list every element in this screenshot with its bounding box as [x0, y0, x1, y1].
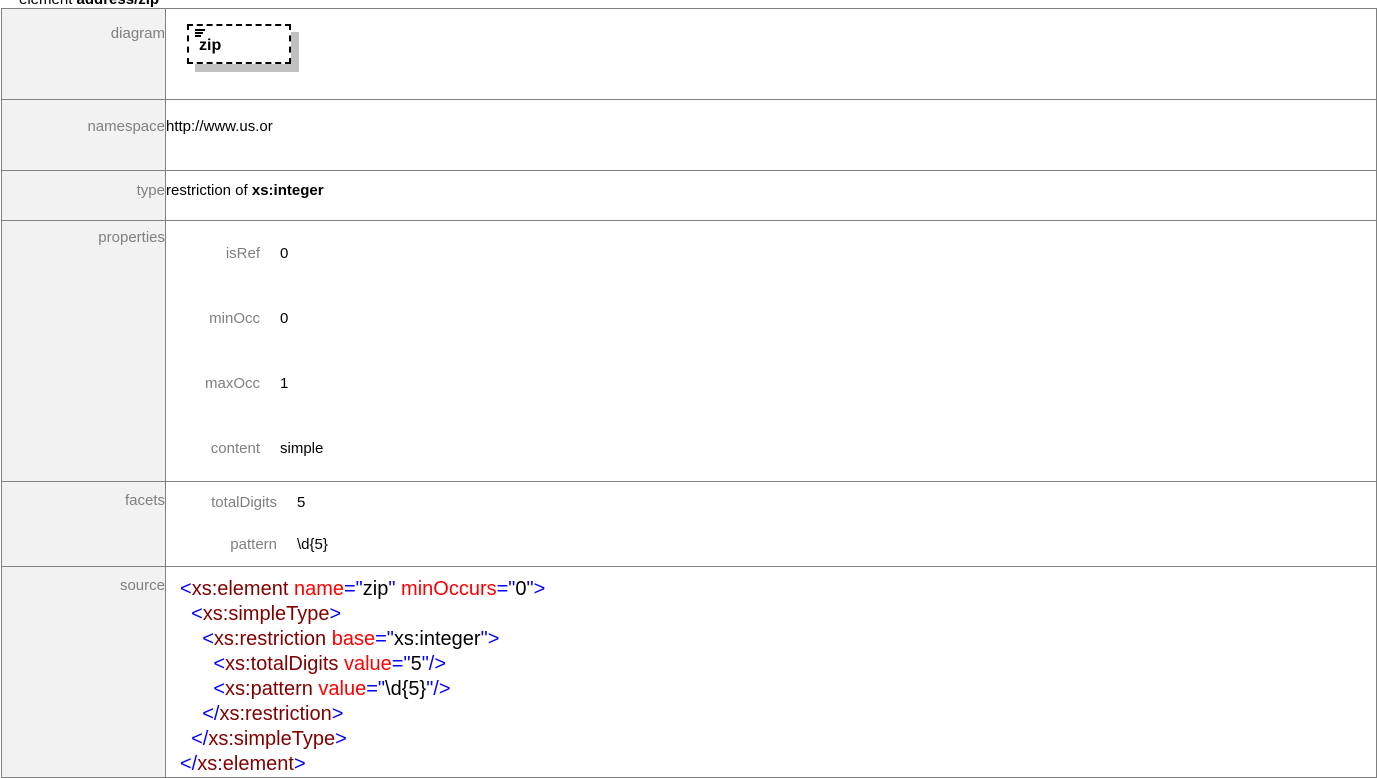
facet-row: totalDigits 5	[166, 482, 328, 524]
source-line: <xs:totalDigits value="5"/>	[180, 653, 447, 675]
source-label: source	[1, 566, 166, 778]
type-label: type	[1, 170, 166, 221]
type-base-link[interactable]: xs:integer	[252, 182, 324, 199]
property-value: 1	[280, 374, 289, 392]
property-row: content simple	[166, 416, 324, 481]
properties-cell: isRef 0 minOcc 0 maxOcc 1 content simple	[165, 220, 1377, 482]
property-value: 0	[280, 309, 289, 327]
row-type: type restriction of xs:integer	[1, 170, 1377, 221]
property-key: isRef	[225, 244, 260, 262]
facet-value: \d{5}	[297, 536, 328, 553]
property-key: content	[210, 439, 260, 457]
element-doc-table: diagram zip namespace http://www.us.or t…	[1, 8, 1377, 778]
row-properties: properties isRef 0 minOcc 0 maxOcc 1 con…	[1, 220, 1377, 482]
row-diagram: diagram zip	[1, 8, 1377, 100]
row-facets: facets totalDigits 5 pattern \d{5}	[1, 481, 1377, 567]
title-element-name: address/zip	[77, 0, 160, 8]
facet-row: pattern \d{5}	[166, 524, 328, 566]
source-line: </xs:simpleType>	[180, 728, 347, 750]
title-prefix: element	[19, 0, 72, 8]
source-line: <xs:pattern value="\d{5}"/>	[180, 678, 451, 700]
element-diagram[interactable]: zip	[187, 24, 299, 74]
facet-key: totalDigits	[211, 494, 277, 511]
type-prefix: restriction of	[166, 182, 248, 199]
namespace-label: namespace	[1, 99, 166, 171]
property-key: maxOcc	[204, 374, 260, 392]
source-line: <xs:restriction base="xs:integer">	[180, 628, 500, 650]
properties-label: properties	[1, 220, 166, 482]
row-source: source <xs:element name="zip" minOccurs=…	[1, 566, 1377, 778]
facets-label: facets	[1, 481, 166, 567]
source-line: <xs:simpleType>	[180, 603, 342, 625]
diagram-label: diagram	[1, 8, 166, 100]
facet-key: pattern	[230, 536, 277, 553]
facet-value: 5	[297, 494, 306, 511]
facets-cell: totalDigits 5 pattern \d{5}	[165, 481, 1377, 567]
property-key: minOcc	[209, 309, 260, 327]
diagram-element-name: zip	[199, 37, 222, 54]
property-value: simple	[280, 439, 324, 457]
property-row: minOcc 0	[166, 286, 323, 351]
diagram-element-box: zip	[187, 24, 291, 64]
source-line: </xs:element>	[180, 753, 306, 775]
property-row: isRef 0	[166, 221, 323, 286]
source-line: <xs:element name="zip" minOccurs="0">	[180, 578, 546, 600]
property-value: 0	[280, 244, 289, 262]
facets-table: totalDigits 5 pattern \d{5}	[166, 482, 328, 566]
properties-table: isRef 0 minOcc 0 maxOcc 1 content simple	[166, 221, 323, 481]
page-title: element address/zip	[19, 0, 159, 8]
source-line: </xs:restriction>	[180, 703, 344, 725]
type-value: restriction of xs:integer	[165, 170, 1377, 221]
row-namespace: namespace http://www.us.or	[1, 99, 1377, 171]
property-row: maxOcc 1	[166, 351, 323, 416]
source-code: <xs:element name="zip" minOccurs="0"> <x…	[165, 566, 1377, 778]
diagram-cell: zip	[165, 8, 1377, 100]
namespace-value: http://www.us.or	[165, 99, 1377, 171]
